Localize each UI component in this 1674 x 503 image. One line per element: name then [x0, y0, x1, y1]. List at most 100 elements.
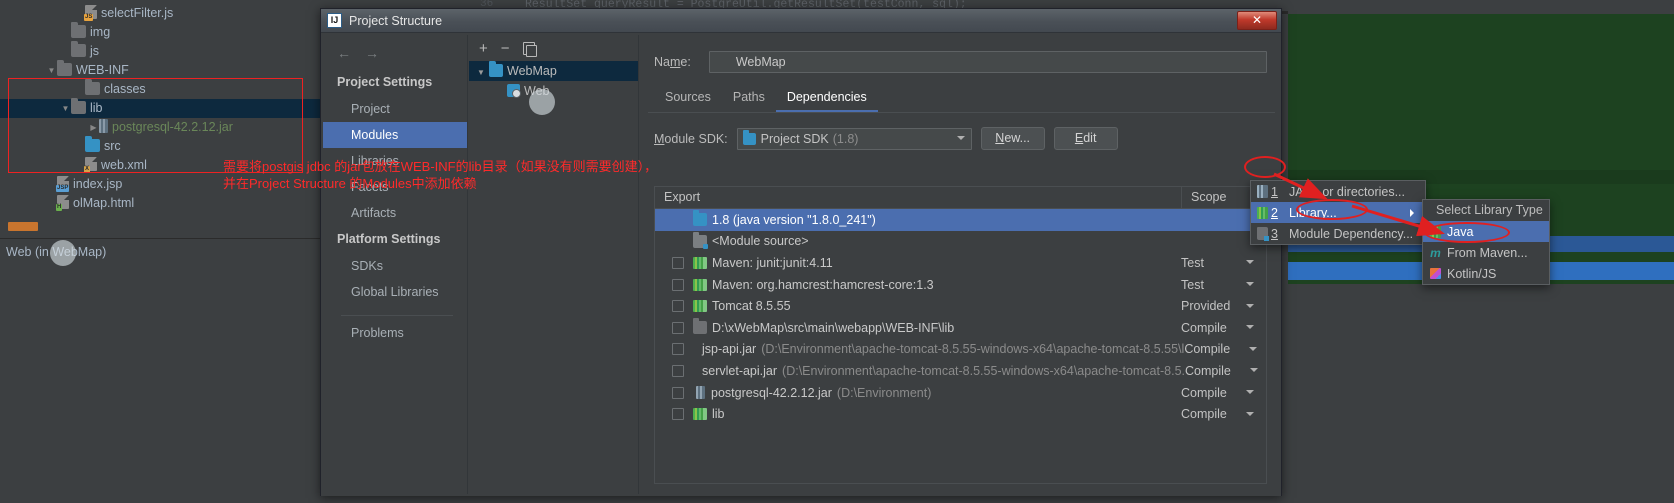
module-sdk-dropdown[interactable]: Project SDK (1.8) [736, 127, 972, 150]
dependency-row[interactable]: servlet-api.jar (D:\Environment\apache-to… [655, 360, 1266, 382]
chevron-down-icon[interactable] [1250, 368, 1258, 376]
nav-arrows[interactable]: ←→ [323, 35, 467, 69]
remove-module-icon[interactable]: − [501, 41, 510, 56]
chevron-down-icon[interactable] [1246, 282, 1254, 290]
module-toolbar[interactable]: + − [469, 35, 638, 61]
edit-sdk-button[interactable]: Edit [1053, 127, 1118, 150]
sidebar-item-modules[interactable]: Modules [323, 122, 467, 148]
tab-sources[interactable]: Sources [654, 87, 722, 112]
scope-value: Compile [1181, 320, 1227, 335]
dependency-row[interactable]: Tomcat 8.5.55 Provided [655, 295, 1266, 317]
tree-row[interactable]: img [0, 22, 320, 42]
dependency-row[interactable]: jsp-api.jar (D:\Environment\apache-tomcat… [655, 339, 1266, 361]
dependencies-table[interactable]: Export Scope 1.8 (java version "1.8.0_24… [654, 186, 1267, 484]
export-checkbox[interactable] [672, 364, 684, 377]
bottom-tab-bar[interactable]: Web (in WebMap) [0, 238, 320, 266]
sidebar-item-global-libraries[interactable]: Global Libraries [323, 279, 467, 305]
menu-item-module-dependency[interactable]: 3 Module Dependency... [1251, 223, 1425, 244]
jar-icon [696, 386, 705, 400]
tab-dependencies[interactable]: Dependencies [775, 87, 878, 112]
module-row[interactable]: ▼ WebMap [469, 61, 638, 81]
export-checkbox[interactable] [672, 321, 684, 334]
settings-sidebar[interactable]: ←→ Project Settings Project Modules Librari… [323, 35, 468, 494]
library-type-from-maven[interactable]: m From Maven... [1423, 242, 1549, 263]
expand-arrow-icon[interactable]: ▼ [473, 63, 489, 83]
expand-arrow-icon[interactable]: ▼ [60, 99, 71, 118]
library-icon [1257, 206, 1268, 219]
export-checkbox[interactable] [672, 278, 684, 291]
tree-row[interactable]: src [0, 136, 320, 156]
back-arrow-icon[interactable]: ← [337, 45, 365, 61]
library-type-java[interactable]: Java [1423, 221, 1549, 242]
chevron-down-icon[interactable] [1249, 346, 1258, 355]
checkbox-placeholder [672, 214, 684, 226]
menu-item-jars-or-directories[interactable]: 1 JARs or directories... [1251, 181, 1425, 202]
module-source-icon [693, 231, 708, 249]
module-list-panel[interactable]: + − ▼WebMapWeb [469, 35, 639, 494]
chevron-down-icon[interactable] [1246, 390, 1254, 398]
project-tree-panel[interactable]: JS selectFilter.js img js ▼ WEB-INF classes ▼ li… [0, 0, 320, 238]
chevron-down-icon[interactable] [1246, 260, 1254, 268]
dependency-row[interactable]: lib Compile [655, 403, 1266, 425]
dependency-row[interactable]: postgresql-42.2.12.jar (D:\Environment) Co… [655, 382, 1266, 404]
library-icon [1430, 225, 1441, 238]
tree-row[interactable]: JS selectFilter.js [0, 4, 320, 23]
close-window-button[interactable]: ✕ [1237, 11, 1277, 30]
module-tabs[interactable]: Sources Paths Dependencies [640, 73, 1279, 112]
dependency-row[interactable]: 1.8 (java version "1.8.0_241") [655, 209, 1266, 231]
tree-row[interactable]: ▼ WEB-INF [0, 60, 320, 80]
tree-row[interactable]: HolMap.html [0, 194, 320, 213]
scope-dropdown[interactable]: Test [1181, 278, 1266, 292]
tree-row[interactable]: js [0, 41, 320, 61]
chevron-down-icon[interactable] [1246, 303, 1254, 312]
export-checkbox[interactable] [672, 386, 684, 399]
add-dependency-menu[interactable]: 1 JARs or directories... 2 Library... 3 Modul… [1250, 180, 1426, 245]
chevron-down-icon[interactable] [1246, 325, 1254, 333]
sidebar-item-sdks[interactable]: SDKs [323, 253, 467, 279]
dialog-title: Project Structure [349, 13, 443, 28]
intellij-logo-icon: IJ [327, 13, 342, 28]
collapse-arrow-icon[interactable]: ▶ [88, 118, 99, 137]
export-checkbox[interactable] [672, 300, 684, 313]
scope-dropdown[interactable]: Test [1181, 256, 1266, 270]
sidebar-item-libraries[interactable]: Libraries [323, 148, 467, 174]
module-name-input[interactable]: WebMap [708, 51, 1267, 73]
chevron-down-icon[interactable] [1246, 411, 1254, 420]
dependency-row[interactable]: Maven: junit:junit:4.11 Test [655, 252, 1266, 274]
tree-row[interactable]: classes [0, 79, 320, 99]
sidebar-item-facets[interactable]: Facets [323, 174, 467, 200]
export-checkbox[interactable] [672, 343, 684, 356]
scope-dropdown[interactable]: Compile [1181, 386, 1266, 400]
dialog-title-bar[interactable]: IJ Project Structure ✕ [321, 9, 1281, 33]
tree-row[interactable]: Xweb.xml [0, 156, 320, 175]
export-checkbox[interactable] [672, 256, 684, 269]
scope-dropdown[interactable]: Compile [1185, 364, 1270, 378]
sidebar-item-artifacts[interactable]: Artifacts [323, 200, 467, 226]
scope-dropdown[interactable]: Compile [1181, 321, 1266, 335]
sidebar-item-project[interactable]: Project [323, 96, 467, 122]
chevron-down-icon[interactable] [956, 135, 965, 144]
dependency-row[interactable]: Maven: org.hamcrest:hamcrest-core:1.3 Tes… [655, 274, 1266, 296]
dependency-row[interactable]: <Module source> [655, 231, 1266, 253]
scope-dropdown[interactable]: Provided [1181, 299, 1266, 313]
select-library-type-menu[interactable]: Select Library Type Java m From Maven... Ko… [1422, 199, 1550, 285]
module-sdk-row: Module SDK: Project SDK (1.8) New... Edi… [640, 113, 1279, 150]
tree-row-label: WEB-INF [76, 63, 129, 77]
tree-row[interactable]: ▼ lib [0, 98, 320, 118]
tree-row[interactable]: ▶ postgresql-42.2.12.jar [0, 118, 320, 137]
library-type-kotlin-js[interactable]: Kotlin/JS [1423, 263, 1549, 284]
dependency-row[interactable]: D:\xWebMap\src\main\webapp\WEB-INF\lib Co… [655, 317, 1266, 339]
add-module-icon[interactable]: + [479, 41, 488, 56]
export-checkbox[interactable] [672, 408, 684, 421]
menu-item-library[interactable]: 2 Library... [1251, 202, 1425, 223]
forward-arrow-icon[interactable]: → [365, 45, 393, 61]
new-sdk-button[interactable]: New... [980, 127, 1045, 150]
tree-row[interactable]: JSP index.jsp [0, 175, 320, 194]
sidebar-item-problems[interactable]: Problems [323, 320, 467, 346]
scope-dropdown[interactable]: Compile [1184, 342, 1269, 356]
tab-paths[interactable]: Paths [722, 87, 776, 112]
project-structure-dialog[interactable]: IJ Project Structure ✕ ←→ Project Settin… [320, 8, 1282, 496]
copy-module-icon[interactable] [522, 41, 537, 57]
expand-arrow-icon[interactable]: ▼ [46, 61, 57, 80]
scope-dropdown[interactable]: Compile [1181, 407, 1266, 421]
